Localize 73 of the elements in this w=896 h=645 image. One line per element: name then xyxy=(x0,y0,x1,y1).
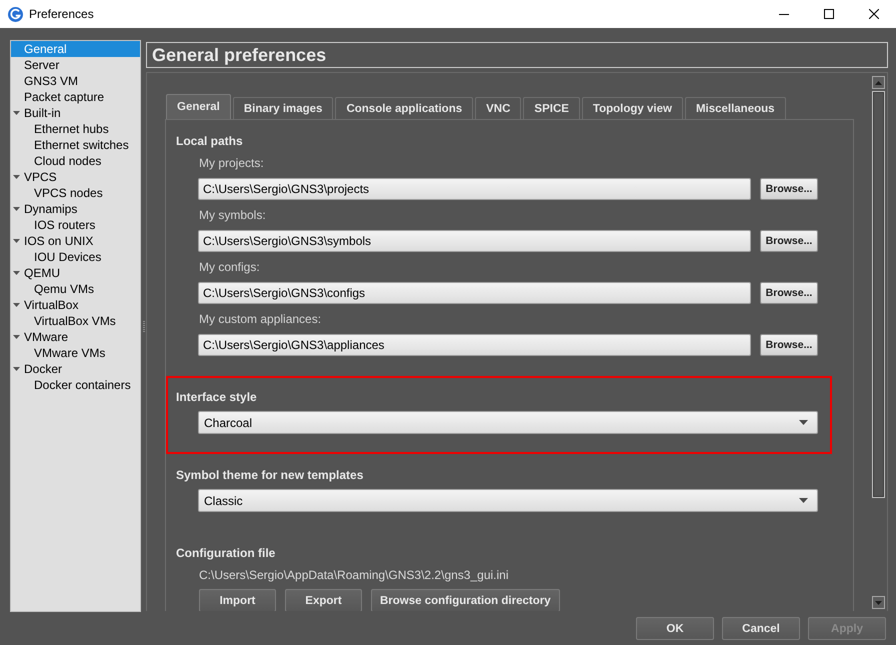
window-title: Preferences xyxy=(29,6,94,22)
scroll-down-button[interactable] xyxy=(872,596,885,609)
sidebar-item[interactable]: IOS routers xyxy=(11,217,140,233)
maximize-icon xyxy=(824,9,834,19)
sidebar-item[interactable]: VirtualBox VMs xyxy=(11,313,140,329)
sidebar-item[interactable]: IOS on UNIX xyxy=(11,233,140,249)
sidebar-item[interactable]: Qemu VMs xyxy=(11,281,140,297)
caret-icon[interactable] xyxy=(13,271,20,275)
browse-button[interactable]: Browse... xyxy=(760,334,818,356)
section-title: Local paths xyxy=(176,133,244,149)
up-arrow-icon xyxy=(875,80,882,84)
file-path: C:\Users\Sergio\AppData\Roaming\GNS3\2.2\gns3_gui.ini xyxy=(198,567,510,583)
tab[interactable]: Miscellaneous xyxy=(684,97,786,119)
input-field[interactable]: C:\Users\Sergio\GNS3\projects xyxy=(198,178,751,200)
tab[interactable]: General xyxy=(166,94,231,119)
sidebar-item[interactable]: Packet capture xyxy=(11,89,140,105)
section-title: Symbol theme for new templates xyxy=(176,467,364,483)
sidebar-item[interactable]: Docker containers xyxy=(11,377,140,393)
sidebar-item[interactable]: Ethernet hubs xyxy=(11,121,140,137)
sidebar-item[interactable]: VMware xyxy=(11,329,140,345)
sidebar-item[interactable]: Built-in xyxy=(11,105,140,121)
sidebar-item[interactable]: Docker xyxy=(11,361,140,377)
action-button[interactable]: Export xyxy=(285,589,362,611)
browse-button[interactable]: Browse... xyxy=(760,230,818,252)
action-button[interactable]: Browse configuration directory xyxy=(371,589,560,611)
field-label: My configs: xyxy=(199,259,261,275)
input-field[interactable]: C:\Users\Sergio\GNS3\appliances xyxy=(198,334,751,356)
input-field[interactable]: C:\Users\Sergio\GNS3\symbols xyxy=(198,230,751,252)
sidebar-item[interactable]: General xyxy=(11,41,140,57)
caret-icon[interactable] xyxy=(13,207,20,211)
sidebar-item[interactable]: VPCS nodes xyxy=(11,185,140,201)
caret-icon xyxy=(799,498,808,503)
tab[interactable]: Console applications xyxy=(335,97,474,119)
sidebar-item[interactable]: GNS3 VM xyxy=(11,73,140,89)
tab[interactable]: VNC xyxy=(475,97,522,119)
down-arrow-icon xyxy=(875,600,882,604)
sidebar-item[interactable]: Dynamips xyxy=(11,201,140,217)
scrollbar-thumb[interactable] xyxy=(872,91,885,498)
close-icon xyxy=(868,9,878,19)
browse-button[interactable]: Browse... xyxy=(760,178,818,200)
field-label: My symbols: xyxy=(199,207,267,223)
sidebar-item[interactable]: VMware VMs xyxy=(11,345,140,361)
tab[interactable]: SPICE xyxy=(523,97,580,119)
sidebar-item[interactable]: Cloud nodes xyxy=(11,153,140,169)
dropdown[interactable]: Charcoal xyxy=(198,411,818,434)
caret-icon[interactable] xyxy=(13,335,20,339)
input-field[interactable]: C:\Users\Sergio\GNS3\configs xyxy=(198,282,751,304)
browse-button[interactable]: Browse... xyxy=(760,282,818,304)
caret-icon xyxy=(799,420,808,425)
sidebar-item[interactable]: Ethernet switches xyxy=(11,137,140,153)
tab[interactable]: Topology view xyxy=(582,97,683,119)
page-title: General preferences xyxy=(146,42,888,68)
sidebar-item[interactable]: VirtualBox xyxy=(11,297,140,313)
sidebar-item[interactable]: VPCS xyxy=(11,169,140,185)
field-label: My projects: xyxy=(199,155,265,171)
field-label: My custom appliances: xyxy=(199,311,322,327)
caret-icon[interactable] xyxy=(13,303,20,307)
caret-icon[interactable] xyxy=(13,239,20,243)
sidebar-item[interactable]: IOU Devices xyxy=(11,249,140,265)
caret-icon[interactable] xyxy=(13,175,20,179)
caret-icon[interactable] xyxy=(13,111,20,115)
app-logo-icon xyxy=(8,6,23,22)
dialog-button[interactable]: Cancel xyxy=(722,617,800,640)
sidebar-item[interactable]: Server xyxy=(11,57,140,73)
tab[interactable]: Binary images xyxy=(232,97,334,119)
section-title: Interface style xyxy=(176,389,258,405)
action-button[interactable]: Import xyxy=(199,589,276,611)
section-title: Configuration file xyxy=(176,545,276,561)
scroll-up-button[interactable] xyxy=(872,76,885,89)
dropdown[interactable]: Classic xyxy=(198,489,818,512)
dialog-button[interactable]: OK xyxy=(636,617,714,640)
caret-icon[interactable] xyxy=(13,367,20,371)
sidebar-item[interactable]: QEMU xyxy=(11,265,140,281)
